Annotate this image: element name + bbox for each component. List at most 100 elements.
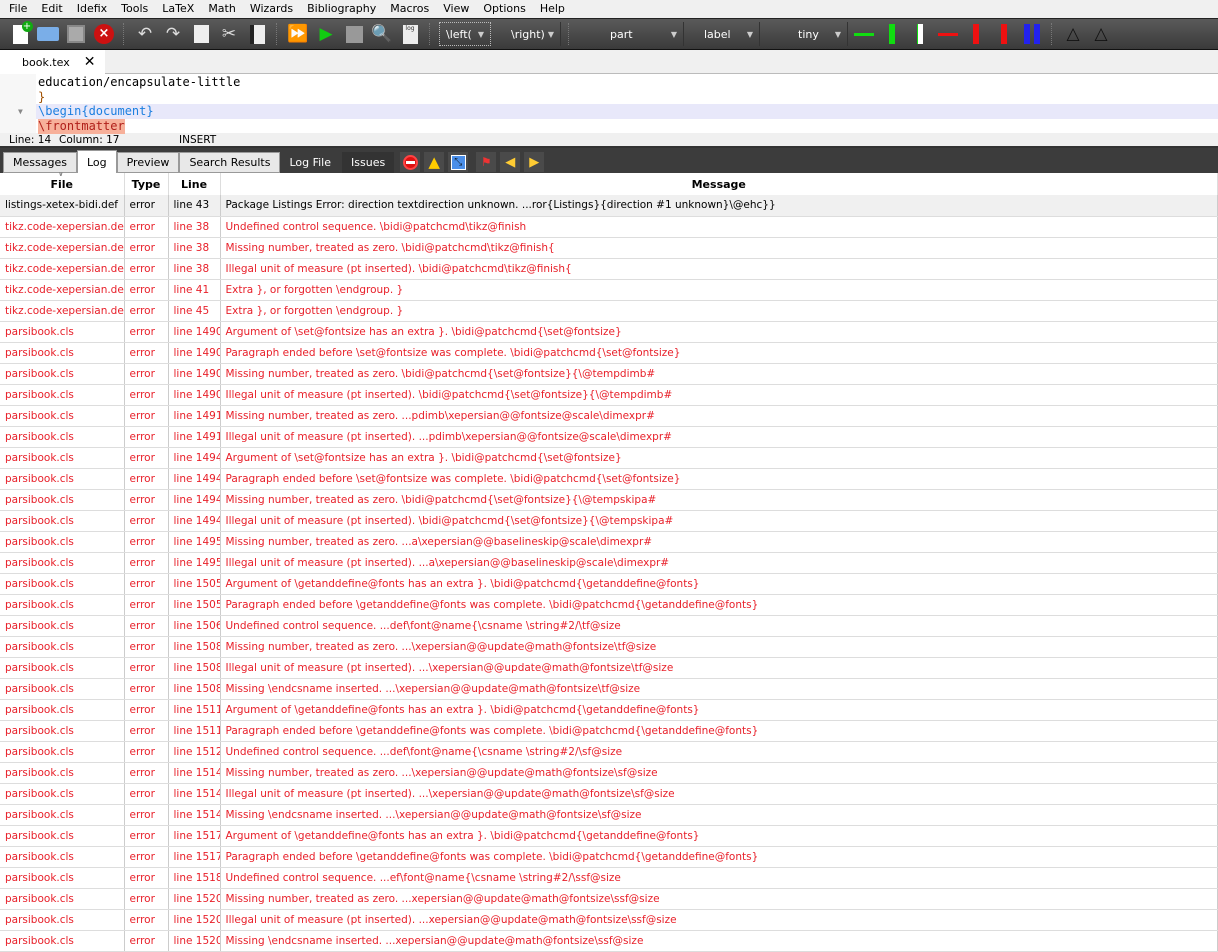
- save-icon[interactable]: [64, 22, 88, 46]
- table-row[interactable]: parsibook.cls error line 1495 Missing numbe…: [0, 531, 1218, 553]
- table-row[interactable]: parsibook.cls error line 1511 Paragraph end…: [0, 720, 1218, 742]
- menu-options[interactable]: Options: [476, 0, 532, 18]
- add-column-icon[interactable]: [880, 22, 904, 46]
- table-row[interactable]: parsibook.cls error line 1514 Illegal unit …: [0, 783, 1218, 805]
- right-delimiter-combo[interactable]: \right) ▼: [505, 22, 561, 46]
- table-row[interactable]: parsibook.cls error line 1494 Illegal unit …: [0, 510, 1218, 532]
- table-row[interactable]: parsibook.cls error line 1508 Illegal unit …: [0, 657, 1218, 679]
- table-row[interactable]: parsibook.cls error line 1494 Missing numbe…: [0, 489, 1218, 511]
- table-row[interactable]: tikz.code-xepersian.def error line 41 Extra…: [0, 279, 1218, 301]
- tab-book-tex[interactable]: book.tex ✕: [0, 50, 105, 74]
- table-row[interactable]: parsibook.cls error line 1490 Missing numbe…: [0, 363, 1218, 385]
- table-row[interactable]: parsibook.cls error line 1520 Illegal unit …: [0, 909, 1218, 931]
- previous-mark-icon[interactable]: △: [1061, 22, 1085, 46]
- table-row[interactable]: parsibook.cls error line 1520 Missing numbe…: [0, 888, 1218, 910]
- view-icon[interactable]: 🔍: [370, 22, 394, 46]
- table-row[interactable]: parsibook.cls error line 1490 Paragraph end…: [0, 342, 1218, 364]
- menu-wizards[interactable]: Wizards: [243, 0, 300, 18]
- table-row[interactable]: parsibook.cls error line 1506 Undefined con…: [0, 615, 1218, 637]
- reference-combo[interactable]: label ▼: [698, 22, 760, 46]
- undo-icon[interactable]: ↶: [133, 22, 157, 46]
- table-row[interactable]: tikz.code-xepersian.def error line 38 Illeg…: [0, 258, 1218, 280]
- structure-combo[interactable]: part ▼: [604, 22, 684, 46]
- cut-icon[interactable]: ✂: [217, 22, 241, 46]
- menu-idefix[interactable]: Idefix: [70, 0, 114, 18]
- tab-issues[interactable]: Issues: [342, 152, 395, 173]
- close-icon[interactable]: ×: [92, 22, 116, 46]
- tab-log[interactable]: Log: [76, 150, 117, 173]
- fold-icon[interactable]: ▼: [18, 107, 23, 116]
- table-row[interactable]: parsibook.cls error line 1514 Missing numbe…: [0, 762, 1218, 784]
- stop-icon[interactable]: [342, 22, 366, 46]
- column-header-file[interactable]: ∨ File: [0, 170, 125, 195]
- table-row[interactable]: parsibook.cls error line 1494 Argument of \…: [0, 447, 1218, 469]
- tab-messages[interactable]: Messages: [3, 152, 77, 173]
- build-and-view-icon[interactable]: ⏩: [286, 22, 310, 46]
- align-columns-icon[interactable]: [1020, 22, 1044, 46]
- table-row[interactable]: tikz.code-xepersian.def error line 45 Extra…: [0, 300, 1218, 322]
- table-row[interactable]: parsibook.cls error line 1490 Illegal unit …: [0, 384, 1218, 406]
- cell-message: Extra }, or forgotten \endgroup. }: [220, 300, 1218, 322]
- table-row[interactable]: parsibook.cls error line 1508 Missing \endc…: [0, 678, 1218, 700]
- cut-column-icon[interactable]: [992, 22, 1016, 46]
- tab-search-results[interactable]: Search Results: [179, 152, 281, 173]
- warnings-filter-icon[interactable]: ▲: [424, 152, 445, 172]
- table-row[interactable]: tikz.code-xepersian.def error line 38 Missi…: [0, 237, 1218, 259]
- menu-macros[interactable]: Macros: [383, 0, 436, 18]
- print-icon[interactable]: [36, 22, 60, 46]
- badboxes-filter-icon[interactable]: ⤡: [448, 152, 469, 172]
- paste-icon[interactable]: [245, 22, 269, 46]
- table-row[interactable]: parsibook.cls error line 1495 Illegal unit …: [0, 552, 1218, 574]
- close-tab-icon[interactable]: ✕: [84, 54, 96, 70]
- menu-bibliography[interactable]: Bibliography: [300, 0, 383, 18]
- table-row[interactable]: parsibook.cls error line 1517 Argument of \…: [0, 825, 1218, 847]
- menu-math[interactable]: Math: [201, 0, 243, 18]
- menu-tools[interactable]: Tools: [114, 0, 155, 18]
- copy-icon[interactable]: [189, 22, 213, 46]
- column-header-line[interactable]: Line: [168, 173, 221, 195]
- menu-help[interactable]: Help: [533, 0, 572, 18]
- tab-preview[interactable]: Preview: [116, 152, 180, 173]
- table-row[interactable]: parsibook.cls error line 1490 Argument of \…: [0, 321, 1218, 343]
- size-combo[interactable]: tiny ▼: [764, 22, 848, 46]
- next-error-icon[interactable]: ▶: [524, 152, 545, 172]
- table-row[interactable]: parsibook.cls error line 1512 Undefined con…: [0, 741, 1218, 763]
- remove-column-icon[interactable]: [964, 22, 988, 46]
- table-row[interactable]: parsibook.cls error line 1505 Argument of \…: [0, 573, 1218, 595]
- cell-line: line 1508: [168, 636, 221, 658]
- add-row-icon[interactable]: [852, 22, 876, 46]
- menu-latex[interactable]: LaTeX: [155, 0, 201, 18]
- editor[interactable]: ▼ education/encapsulate-little } \begin{…: [0, 74, 1218, 134]
- show-log-markers-icon[interactable]: ⚑: [476, 152, 497, 172]
- column-header-type[interactable]: Type: [124, 173, 169, 195]
- menu-edit[interactable]: Edit: [34, 0, 69, 18]
- table-row[interactable]: listings-xetex-bidi.def error line 43 Packa…: [0, 195, 1218, 217]
- paste-column-icon[interactable]: [908, 22, 932, 46]
- table-row[interactable]: parsibook.cls error line 1511 Argument of \…: [0, 699, 1218, 721]
- table-row[interactable]: parsibook.cls error line 1518 Undefined con…: [0, 867, 1218, 889]
- redo-icon[interactable]: ↷: [161, 22, 185, 46]
- previous-error-icon[interactable]: ◀: [500, 152, 521, 172]
- table-row[interactable]: tikz.code-xepersian.def error line 38 Undef…: [0, 216, 1218, 238]
- menu-file[interactable]: File: [2, 0, 34, 18]
- column-header-message[interactable]: Message: [220, 173, 1218, 195]
- table-row[interactable]: parsibook.cls error line 1517 Paragraph end…: [0, 846, 1218, 868]
- errors-filter-icon[interactable]: [400, 152, 421, 172]
- log-icon[interactable]: log: [398, 22, 422, 46]
- cell-line: line 1517: [168, 846, 221, 868]
- menu-view[interactable]: View: [436, 0, 476, 18]
- table-row[interactable]: parsibook.cls error line 1491 Missing numbe…: [0, 405, 1218, 427]
- left-delimiter-combo[interactable]: \left(▼: [439, 22, 491, 46]
- table-row[interactable]: parsibook.cls error line 1505 Paragraph end…: [0, 594, 1218, 616]
- table-row[interactable]: parsibook.cls error line 1508 Missing numbe…: [0, 636, 1218, 658]
- chevron-down-icon: ▼: [746, 29, 753, 39]
- table-row[interactable]: parsibook.cls error line 1494 Paragraph end…: [0, 468, 1218, 490]
- table-row[interactable]: parsibook.cls error line 1514 Missing \endc…: [0, 804, 1218, 826]
- new-file-icon[interactable]: +: [8, 20, 33, 46]
- compile-icon[interactable]: ▶: [314, 22, 338, 46]
- remove-row-icon[interactable]: [936, 22, 960, 46]
- table-row[interactable]: parsibook.cls error line 1491 Illegal unit …: [0, 426, 1218, 448]
- table-row[interactable]: parsibook.cls error line 1520 Missing \endc…: [0, 930, 1218, 952]
- tab-log-file[interactable]: Log File: [280, 152, 341, 173]
- next-mark-icon[interactable]: △: [1089, 22, 1113, 46]
